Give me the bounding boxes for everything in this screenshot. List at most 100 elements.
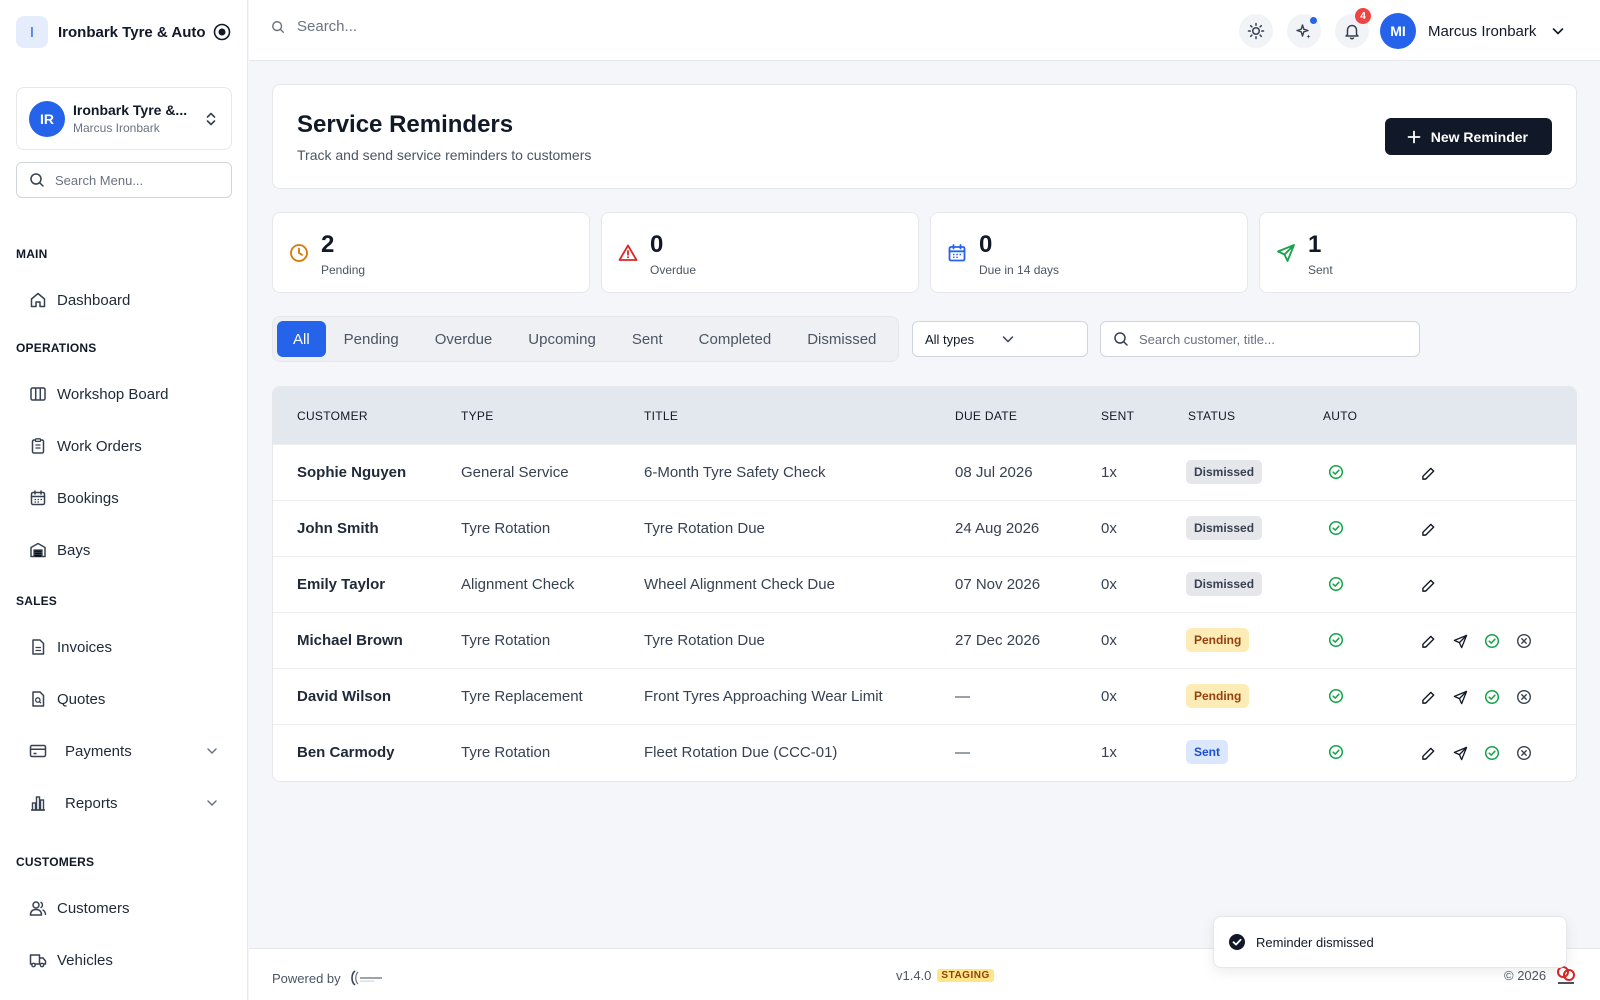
tab-overdue[interactable]: Overdue	[417, 321, 511, 357]
send-icon	[1276, 243, 1296, 263]
cell-title: Tyre Rotation Due	[644, 520, 765, 537]
column-header-status[interactable]: STATUS	[1188, 409, 1235, 423]
plus-icon	[1407, 130, 1421, 144]
app-version: v1.4.0 STAGING	[896, 968, 994, 983]
cell-customer[interactable]: Sophie Nguyen	[297, 464, 406, 481]
column-header-title[interactable]: TITLE	[644, 409, 678, 423]
tab-pending[interactable]: Pending	[326, 321, 417, 357]
sidebar-item-bays[interactable]: Bays	[16, 530, 232, 570]
calendar-icon	[28, 488, 48, 508]
stat-card-pending: 2 Pending	[272, 212, 590, 293]
column-header-sent[interactable]: SENT	[1101, 409, 1134, 423]
sidebar-item-work-orders[interactable]: Work Orders	[16, 426, 232, 466]
x-circle-icon	[1516, 745, 1532, 761]
edit-button[interactable]	[1419, 632, 1437, 650]
edit-button[interactable]	[1419, 520, 1437, 538]
clock-icon	[289, 243, 309, 263]
type-filter-select[interactable]: All types	[912, 321, 1088, 357]
tab-upcoming[interactable]: Upcoming	[510, 321, 614, 357]
send-reminder-button[interactable]	[1451, 744, 1469, 762]
sidebar-item-vehicles[interactable]: Vehicles	[16, 940, 232, 980]
copyright: © 2026	[1504, 968, 1547, 983]
tab-all[interactable]: All	[277, 321, 326, 357]
menu-search-input[interactable]	[55, 172, 215, 188]
sidebar-item-label: Work Orders	[57, 437, 142, 455]
column-header-due-date[interactable]: DUE DATE	[955, 409, 1017, 423]
cell-title: Fleet Rotation Due (CCC-01)	[644, 744, 838, 761]
stat-value: 0	[650, 231, 664, 258]
global-search-input[interactable]	[297, 18, 597, 35]
sidebar-item-bookings[interactable]: Bookings	[16, 478, 232, 518]
status-badge: Pending	[1186, 684, 1250, 708]
sidebar-item-label: Invoices	[57, 638, 113, 656]
chevron-down-icon	[204, 795, 220, 811]
dismiss-button[interactable]	[1515, 632, 1533, 650]
check-circle-icon	[1328, 744, 1344, 760]
sidebar-toggle-icon[interactable]	[212, 22, 232, 42]
send-reminder-button[interactable]	[1451, 632, 1469, 650]
check-circle-icon	[1328, 688, 1344, 704]
sidebar-item-dashboard[interactable]: Dashboard	[16, 280, 232, 320]
cell-customer[interactable]: John Smith	[297, 520, 379, 537]
sidebar-item-customers[interactable]: Customers	[16, 888, 232, 928]
sidebar-item-label: Payments	[65, 742, 132, 760]
ai-assistant-button[interactable]	[1287, 14, 1321, 48]
new-reminder-label: New Reminder	[1430, 128, 1528, 145]
brand: I Ironbark Tyre & Auto	[16, 16, 232, 48]
sidebar-item-reports[interactable]: Reports	[16, 783, 232, 823]
powered-by: Powered by	[272, 968, 385, 988]
page-title: Service Reminders	[297, 111, 514, 138]
send-reminder-button[interactable]	[1451, 688, 1469, 706]
cell-customer[interactable]: Michael Brown	[297, 632, 403, 649]
tab-dismissed[interactable]: Dismissed	[789, 321, 894, 357]
pencil-icon	[1421, 634, 1436, 649]
cell-customer[interactable]: David Wilson	[297, 688, 391, 705]
status-tabs: All Pending Overdue Upcoming Sent Comple…	[272, 316, 899, 362]
chevron-down-icon	[1000, 331, 1075, 347]
edit-button[interactable]	[1419, 688, 1437, 706]
mark-complete-button[interactable]	[1483, 744, 1501, 762]
table-row[interactable]: John Smith Tyre Rotation Tyre Rotation D…	[273, 500, 1576, 556]
sidebar-item-label: Customers	[57, 899, 130, 917]
column-header-auto[interactable]: AUTO	[1323, 409, 1357, 423]
edit-button[interactable]	[1419, 464, 1437, 482]
user-menu[interactable]: MI Marcus Ironbark	[1380, 12, 1566, 50]
cell-customer[interactable]: Emily Taylor	[297, 576, 385, 593]
brand-logo: I	[16, 16, 48, 48]
theme-toggle-button[interactable]	[1239, 14, 1273, 48]
pencil-icon	[1421, 466, 1436, 481]
table-row[interactable]: Emily Taylor Alignment Check Wheel Align…	[273, 556, 1576, 612]
sidebar-item-invoices[interactable]: Invoices	[16, 627, 232, 667]
table-row[interactable]: David Wilson Tyre Replacement Front Tyre…	[273, 668, 1576, 724]
x-circle-icon	[1516, 689, 1532, 705]
pencil-icon	[1421, 578, 1436, 593]
sidebar-item-workshop-board[interactable]: Workshop Board	[16, 374, 232, 414]
tab-completed[interactable]: Completed	[681, 321, 790, 357]
new-reminder-button[interactable]: New Reminder	[1384, 118, 1552, 155]
cell-customer[interactable]: Ben Carmody	[297, 744, 395, 761]
table-row[interactable]: Sophie Nguyen General Service 6-Month Ty…	[273, 444, 1576, 500]
edit-button[interactable]	[1419, 576, 1437, 594]
column-header-type[interactable]: TYPE	[461, 409, 494, 423]
edit-button[interactable]	[1419, 744, 1437, 762]
table-row[interactable]: Michael Brown Tyre Rotation Tyre Rotatio…	[273, 612, 1576, 668]
sidebar-item-payments[interactable]: Payments	[16, 731, 232, 771]
organization-switcher[interactable]: IR Ironbark Tyre &... Marcus Ironbark	[16, 87, 232, 150]
table-row[interactable]: Ben Carmody Tyre Rotation Fleet Rotation…	[273, 724, 1576, 780]
pencil-icon	[1421, 746, 1436, 761]
column-header-customer[interactable]: CUSTOMER	[297, 409, 368, 423]
sparkles-icon	[1295, 22, 1313, 40]
mark-complete-button[interactable]	[1483, 632, 1501, 650]
nav-section-sales: SALES	[16, 594, 58, 608]
top-bar: 4 MI Marcus Ironbark	[249, 0, 1600, 61]
table-search-input[interactable]	[1139, 331, 1399, 347]
vendor-logo-icon	[349, 968, 385, 988]
check-circle-icon	[1328, 520, 1344, 536]
check-circle-icon	[1484, 689, 1500, 705]
mark-complete-button[interactable]	[1483, 688, 1501, 706]
dismiss-button[interactable]	[1515, 688, 1533, 706]
sidebar-item-quotes[interactable]: Quotes	[16, 679, 232, 719]
tab-sent[interactable]: Sent	[614, 321, 681, 357]
notifications-button[interactable]: 4	[1335, 8, 1371, 48]
dismiss-button[interactable]	[1515, 744, 1533, 762]
